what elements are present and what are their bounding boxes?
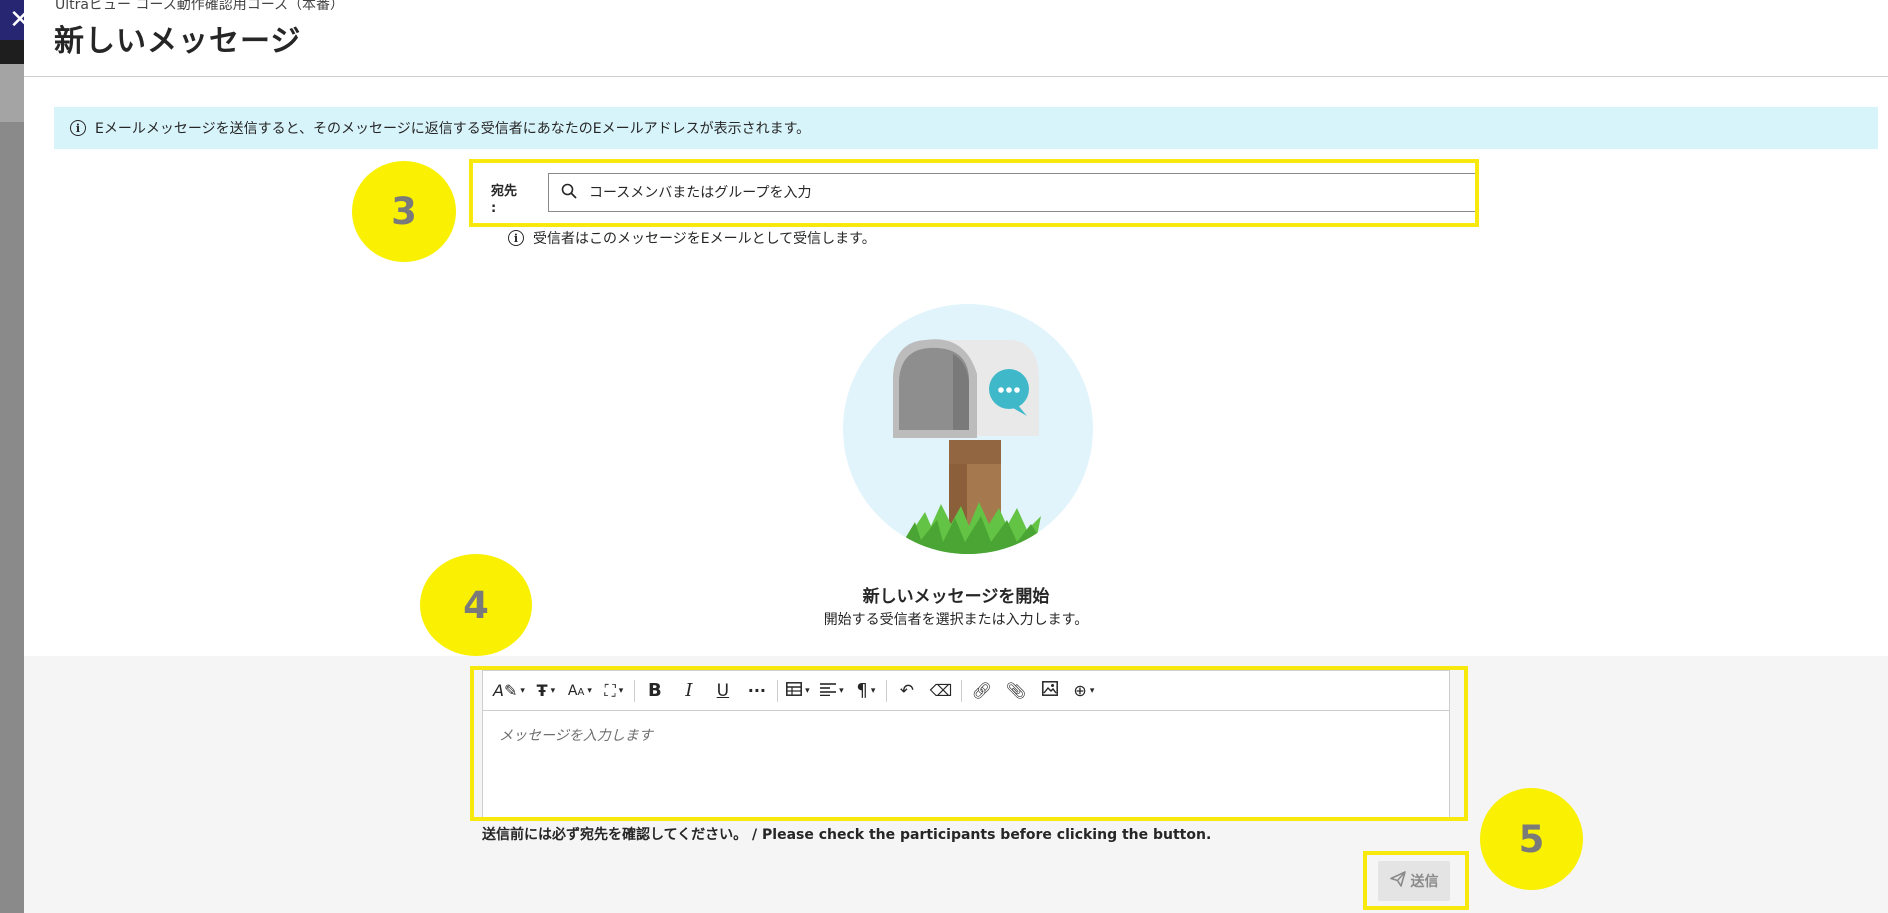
empty-state-subtitle: 開始する受信者を選択または入力します。 [823,612,1089,628]
mailbox-illustration [841,302,1095,556]
participant-check-notice: 送信前には必ず宛先を確認してください。 / Please check the p… [482,827,1212,843]
annotation-step-4-label: 4 [463,583,489,627]
annotation-highlight-send [1363,851,1469,910]
annotation-highlight-recipient [469,159,1479,227]
recipient-hint: i 受信者はこのメッセージをEメールとして受信します。 [508,228,876,248]
background-dark-block [0,40,24,64]
annotation-step-3: 3 [352,161,456,262]
info-icon: i [70,120,86,136]
info-icon: i [508,230,524,246]
recipient-hint-text: 受信者はこのメッセージをEメールとして受信します。 [533,231,876,247]
background-light-block [0,64,24,122]
annotation-step-3-label: 3 [391,190,417,233]
annotation-step-4: 4 [420,554,532,656]
annotation-step-5: 5 [1480,788,1583,890]
background-overlay [0,0,24,913]
empty-state-title: 新しいメッセージを開始 [862,587,1050,607]
annotation-highlight-editor [470,666,1468,821]
page-title: 新しいメッセージ [54,24,302,59]
course-breadcrumb: Ultraビュー コース動作確認用コース（本番） [55,0,345,13]
annotation-step-5-label: 5 [1518,817,1545,861]
email-info-banner: i Eメールメッセージを送信すると、そのメッセージに返信する受信者にあなたのEメ… [54,107,1878,149]
panel-header: Ultraビュー コース動作確認用コース（本番） 新しいメッセージ [24,0,1888,77]
email-info-text: Eメールメッセージを送信すると、そのメッセージに返信する受信者にあなたのEメール… [95,121,811,137]
